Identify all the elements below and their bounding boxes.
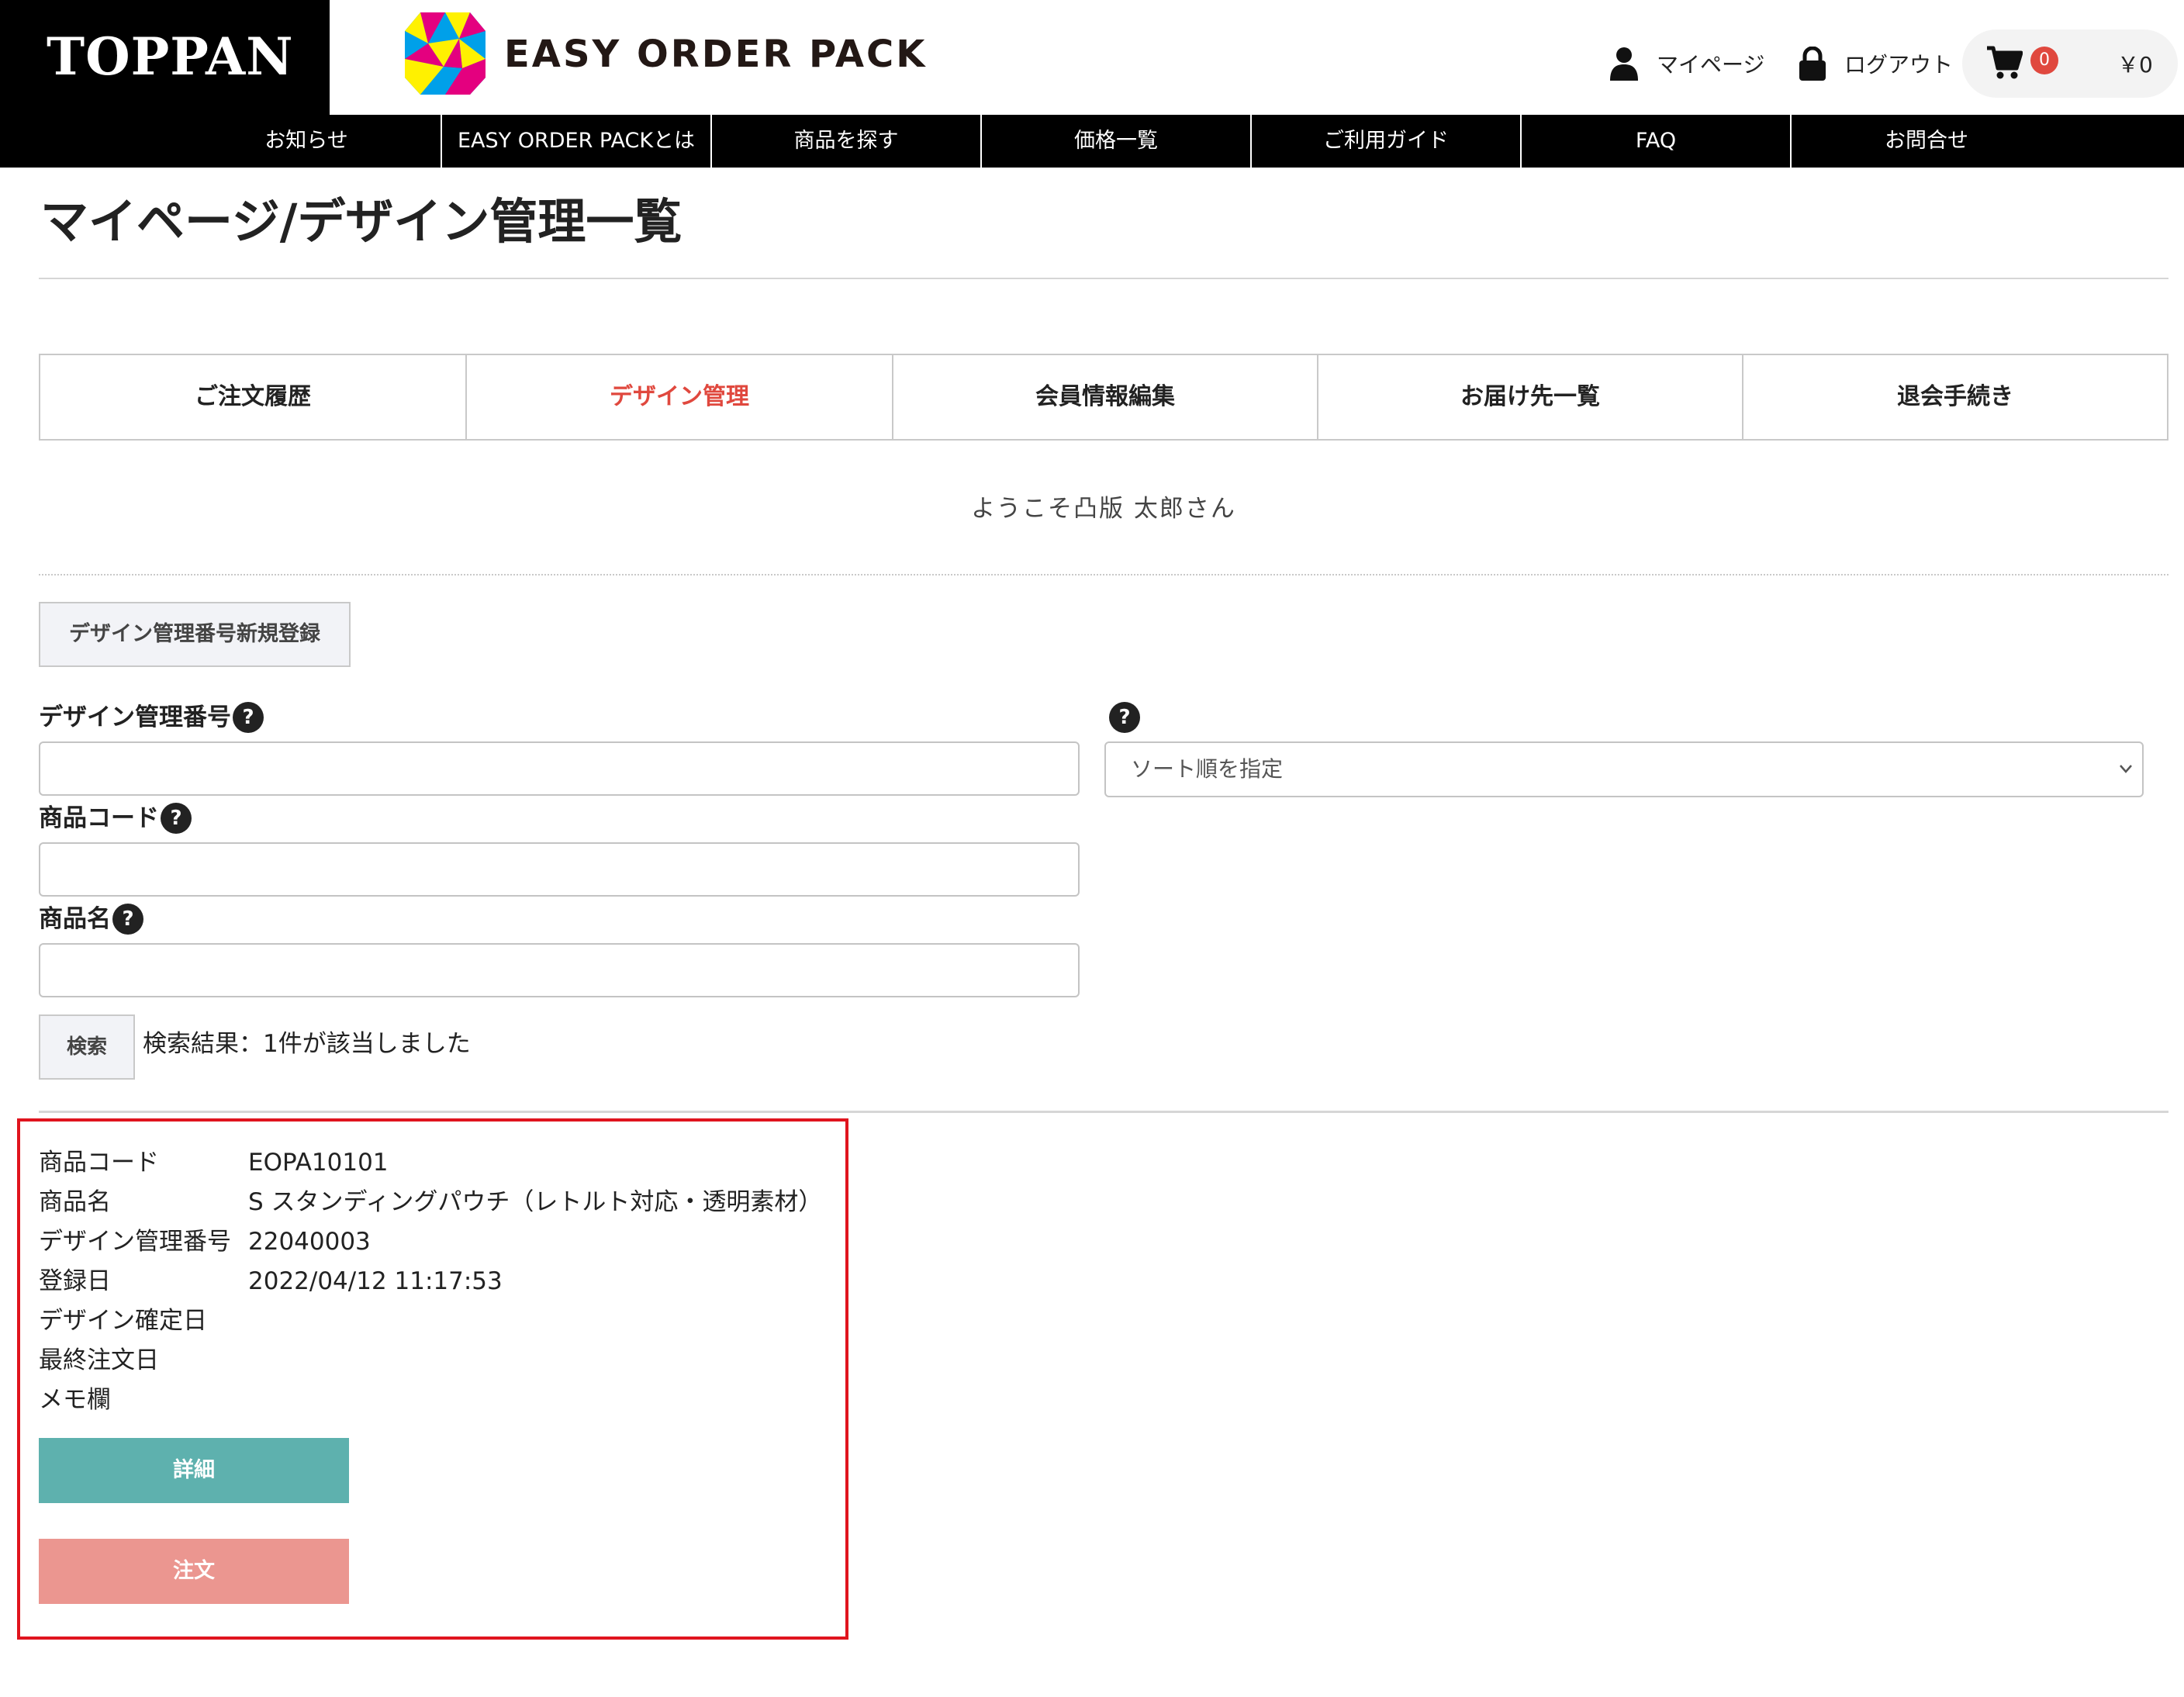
result-value-design-confirmed-date bbox=[248, 1301, 853, 1340]
result-value-product-code: EOPA10101 bbox=[248, 1149, 389, 1177]
product-name-label: 商品名 ? bbox=[39, 901, 349, 937]
mypage-label: マイページ bbox=[1657, 52, 1765, 78]
lock-icon bbox=[1799, 47, 1826, 81]
design-number-label: デザイン管理番号 ? bbox=[39, 700, 349, 735]
nav-item-faq[interactable]: FAQ bbox=[1522, 115, 1792, 168]
product-code-label: 商品コード ? bbox=[39, 800, 349, 836]
page-title: マイページ/デザイン管理一覧 bbox=[40, 193, 682, 250]
result-label-design-confirmed-date: デザイン確定日 bbox=[39, 1307, 207, 1335]
question-icon[interactable]: ? bbox=[233, 702, 264, 733]
result-value-registered-date: 2022/04/12 11:17:53 bbox=[248, 1267, 503, 1295]
result-value-last-order-date bbox=[248, 1341, 853, 1380]
nav-item-contact[interactable]: お問合せ bbox=[1792, 115, 2061, 168]
design-number-input[interactable] bbox=[39, 741, 1080, 796]
new-design-number-button[interactable]: デザイン管理番号新規登録 bbox=[39, 602, 351, 667]
product-name-input[interactable] bbox=[39, 943, 1080, 997]
result-label-product-name: 商品名 bbox=[39, 1188, 111, 1216]
question-icon[interactable]: ? bbox=[112, 904, 143, 935]
search-result-count: 検索結果：1件が該当しました bbox=[143, 1030, 471, 1058]
tab-withdrawal[interactable]: 退会手続き bbox=[1742, 354, 2168, 441]
sort-select[interactable]: ソート順を指定 bbox=[1104, 741, 2144, 797]
nav-item-about[interactable]: EASY ORDER PACKとは bbox=[442, 115, 712, 168]
result-label-product-code: 商品コード bbox=[39, 1149, 159, 1177]
logout-link[interactable]: ログアウト bbox=[1798, 40, 1961, 87]
chevron-down-icon bbox=[2120, 765, 2132, 773]
logout-label: ログアウト bbox=[1844, 52, 1954, 78]
nav-item-guide[interactable]: ご利用ガイド bbox=[1252, 115, 1522, 168]
brand-logo-text: TOPPAN bbox=[47, 26, 294, 87]
nav-item-news[interactable]: お知らせ bbox=[172, 115, 442, 168]
dotted-divider bbox=[39, 574, 2168, 575]
nav-item-search-products[interactable]: 商品を探す bbox=[712, 115, 982, 168]
sort-help: ? bbox=[1109, 700, 1156, 735]
welcome-message: ようこそ凸版 太郎さん bbox=[971, 495, 1236, 523]
title-divider bbox=[39, 278, 2168, 279]
result-label-memo: メモ欄 bbox=[39, 1386, 111, 1414]
tab-delivery-addresses[interactable]: お届け先一覧 bbox=[1317, 354, 1743, 441]
tab-member-info[interactable]: 会員情報編集 bbox=[892, 354, 1318, 441]
tab-design-management[interactable]: デザイン管理 bbox=[465, 354, 893, 441]
question-icon[interactable]: ? bbox=[161, 803, 192, 834]
detail-button[interactable]: 詳細 bbox=[39, 1438, 349, 1503]
tab-order-history[interactable]: ご注文履歴 bbox=[39, 354, 467, 441]
design-number-label-text: デザイン管理番号 bbox=[39, 703, 231, 731]
question-icon[interactable]: ? bbox=[1109, 702, 1140, 733]
easy-order-pack-logo-icon[interactable] bbox=[405, 12, 486, 95]
cart-count-badge: 0 bbox=[2030, 47, 2058, 74]
results-divider bbox=[39, 1111, 2168, 1113]
search-button[interactable]: 検索 bbox=[39, 1014, 135, 1080]
product-code-input[interactable] bbox=[39, 842, 1080, 897]
result-value-design-number: 22040003 bbox=[248, 1228, 371, 1256]
cart-total: ￥0 bbox=[2117, 52, 2153, 78]
result-value-product-name: S スタンディングパウチ（レトルト対応・透明素材） bbox=[248, 1188, 823, 1216]
mypage-link[interactable]: マイページ bbox=[1609, 40, 1774, 87]
result-label-design-number: デザイン管理番号 bbox=[39, 1228, 231, 1256]
service-name: EASY ORDER PACK bbox=[504, 33, 928, 76]
product-name-label-text: 商品名 bbox=[39, 905, 111, 933]
order-button[interactable]: 注文 bbox=[39, 1539, 349, 1604]
cart-icon[interactable] bbox=[1985, 45, 2023, 81]
product-code-label-text: 商品コード bbox=[39, 804, 159, 832]
result-label-registered-date: 登録日 bbox=[39, 1267, 111, 1295]
nav-item-price-list[interactable]: 価格一覧 bbox=[982, 115, 1252, 168]
result-value-memo bbox=[248, 1381, 853, 1419]
user-icon bbox=[1610, 47, 1638, 81]
result-label-last-order-date: 最終注文日 bbox=[39, 1346, 159, 1374]
